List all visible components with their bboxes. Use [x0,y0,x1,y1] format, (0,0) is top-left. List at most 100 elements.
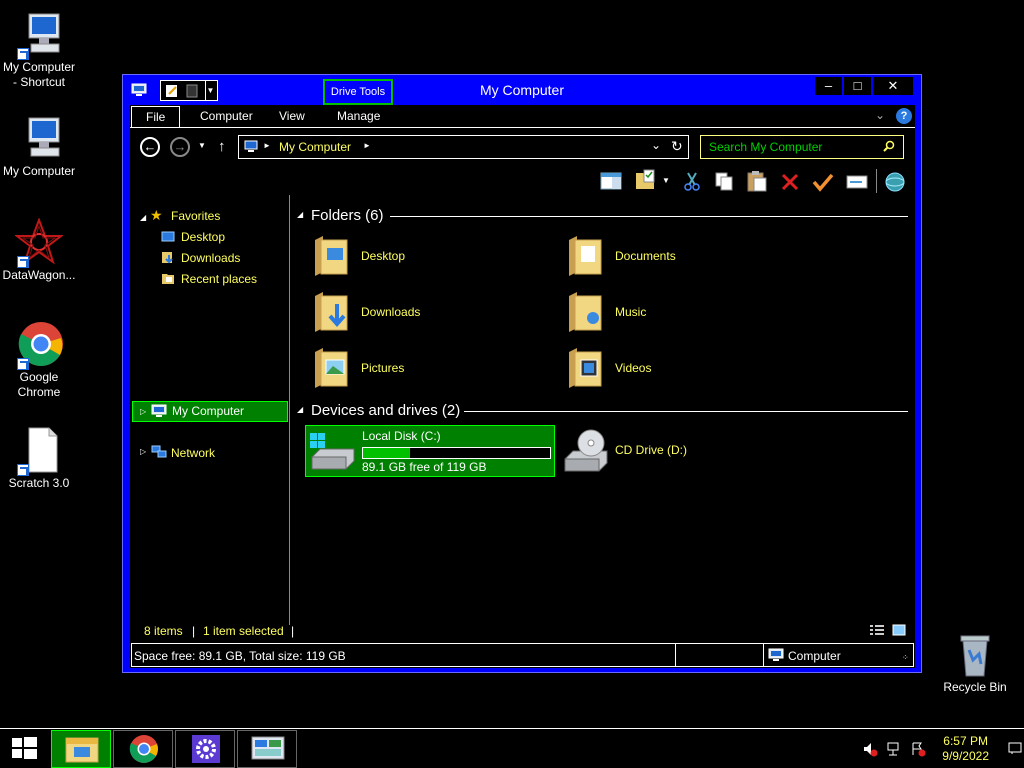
folder-desktop[interactable]: Desktop [305,230,555,284]
explorer-window: ▼ Drive Tools My Computer – □ ✕ File Com… [122,74,922,673]
refresh-icon[interactable]: ↻ [671,138,683,155]
status-separator: | [291,624,295,638]
folder-label: Videos [615,361,652,375]
computer-icon [15,10,63,60]
expand-arrow-icon[interactable]: ▷ [140,402,146,421]
close-button[interactable]: ✕ [873,77,913,95]
nav-desktop[interactable]: Desktop [181,228,225,246]
desktop-icon-my-computer-shortcut[interactable]: My Computer - Shortcut [0,10,78,90]
up-button[interactable]: ↑ [218,138,226,155]
properties-icon[interactable] [634,169,656,191]
recent-locations-icon[interactable]: ▼ [198,141,206,150]
drive-local-disk-c[interactable]: Local Disk (C:) 89.1 GB free of 119 GB [305,425,555,477]
status-line: 8 items | 1 item selected | [130,621,915,641]
minimize-button[interactable]: – [815,77,842,95]
details-view-icon[interactable] [869,624,885,636]
forward-button[interactable]: → [170,137,190,157]
folder-documents[interactable]: Documents [559,230,809,284]
copy-icon[interactable] [714,171,734,191]
volume-muted-icon[interactable] [862,741,878,757]
delete-icon[interactable] [780,172,800,192]
music-folder-icon [567,290,603,334]
drive-free-space: 89.1 GB free of 119 GB [362,460,487,474]
desktop-icon-my-computer[interactable]: My Computer [0,114,78,179]
taskbar: 6:57 PM 9/9/2022 [0,728,1024,768]
start-button[interactable] [0,729,48,768]
breadcrumb-next-icon[interactable]: ► [363,141,371,150]
tab-manage[interactable]: Manage [323,106,394,127]
desktop-icon-recycle-bin[interactable]: Recycle Bin [936,630,1014,695]
nav-downloads[interactable]: Downloads [181,249,240,267]
nav-my-computer[interactable]: ▷ My Computer [132,401,288,422]
title-bar[interactable]: ▼ Drive Tools My Computer – □ ✕ [123,75,921,105]
shortcut-arrow-icon [17,256,29,268]
computer-icon [244,140,258,153]
paste-icon[interactable] [746,170,768,192]
nav-network[interactable]: Network [171,444,215,462]
network-status-icon[interactable] [886,741,902,757]
drive-cd-d[interactable]: CD Drive (D:) [559,425,809,477]
clock-time: 6:57 PM [943,734,988,748]
nav-recent-places[interactable]: Recent places [181,270,257,288]
back-button[interactable]: ← [140,137,160,157]
drives-collapse-icon[interactable]: ◢ [297,405,303,414]
space-details: Space free: 89.1 GB, Total size: 119 GB [134,649,346,663]
desktop-icon-label: DataWagon... [2,268,76,282]
globe-icon[interactable] [884,171,906,193]
folder-label: Documents [615,249,676,263]
folder-pictures[interactable]: Pictures [305,342,555,396]
folders-collapse-icon[interactable]: ◢ [297,210,303,219]
search-input[interactable]: Search My Computer [700,135,904,159]
search-icon [883,140,895,152]
videos-folder-icon [567,346,603,390]
taskbar-settings[interactable] [175,730,235,768]
desktop-icon-google-chrome[interactable]: Google Chrome [0,320,78,400]
details-divider [675,644,676,666]
selected-count: 1 item selected [203,624,284,638]
help-icon[interactable]: ? [896,108,912,124]
nav-favorites[interactable]: Favorites [171,207,220,225]
computer-icon [768,648,784,662]
folder-music[interactable]: Music [559,286,809,340]
check-icon[interactable] [812,172,834,192]
ribbon-expand-icon[interactable]: ⌄ [875,108,885,122]
collapse-arrow-icon[interactable]: ◢ [140,213,146,222]
tab-view[interactable]: View [265,106,319,127]
folders-header-line [390,216,908,217]
address-dropdown-icon[interactable]: ⌄ [651,138,661,152]
large-icons-view-icon[interactable] [892,624,906,636]
cut-icon[interactable] [682,171,702,191]
network-icon [151,445,167,459]
tab-file[interactable]: File [131,106,181,127]
documents-folder-icon [567,234,603,278]
rename-icon[interactable] [846,173,868,191]
command-toolbar: ▼ [596,169,911,195]
desktop-icon-scratch[interactable]: Scratch 3.0 [0,426,78,491]
action-center-icon[interactable] [910,741,926,757]
folder-label: Desktop [361,249,406,263]
maximize-button[interactable]: □ [844,77,871,95]
capacity-bar [362,447,551,459]
drives-header[interactable]: Devices and drives (2) [311,402,460,419]
hard-drive-icon [308,431,358,471]
folders-header[interactable]: Folders (6) [311,207,384,224]
notifications-icon[interactable] [1008,741,1022,755]
window-title: My Computer [479,82,565,98]
breadcrumb-my-computer[interactable]: My Computer [279,140,351,154]
tab-computer[interactable]: Computer [186,106,267,127]
desktop-icon-datawagon[interactable]: DataWagon... [0,217,78,283]
folder-videos[interactable]: Videos [559,342,809,396]
expand-arrow-icon[interactable]: ▷ [140,447,146,456]
taskbar-chrome[interactable] [113,730,173,768]
organize-dropdown-icon[interactable]: ▼ [662,176,670,185]
resize-grip-icon[interactable]: ⁘ [902,653,909,662]
address-bar[interactable]: ► My Computer ► ⌄ ↻ [238,135,689,159]
folder-downloads[interactable]: Downloads [305,286,555,340]
system-clock[interactable]: 6:57 PM 9/9/2022 [942,734,989,764]
folder-label: Downloads [361,305,421,319]
details-divider [763,644,764,666]
taskbar-control-panel[interactable] [237,730,297,768]
folder-label: Pictures [361,361,405,375]
taskbar-file-explorer[interactable] [51,730,111,768]
preview-pane-icon[interactable] [600,171,622,191]
